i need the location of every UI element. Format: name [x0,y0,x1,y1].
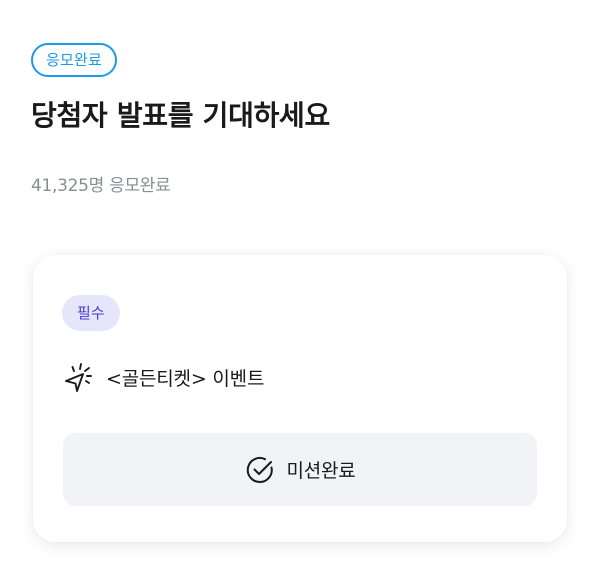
mission-card: 필수 <골든티켓> 이벤트 미션완료 [33,255,567,542]
page-title: 당첨자 발표를 기대하세요 [31,99,330,132]
required-badge: 필수 [62,295,120,331]
mission-complete-button[interactable]: 미션완료 [63,433,537,506]
status-badge: 응모완료 [31,43,118,77]
mission-title: <골든티켓> 이벤트 [106,367,265,390]
sparkle-pointer-icon [62,360,96,394]
mission-item: <골든티켓> 이벤트 [62,360,264,394]
mission-complete-label: 미션완료 [286,460,356,482]
check-circle-icon [244,454,276,486]
participant-count: 41,325명 응모완료 [31,176,171,196]
